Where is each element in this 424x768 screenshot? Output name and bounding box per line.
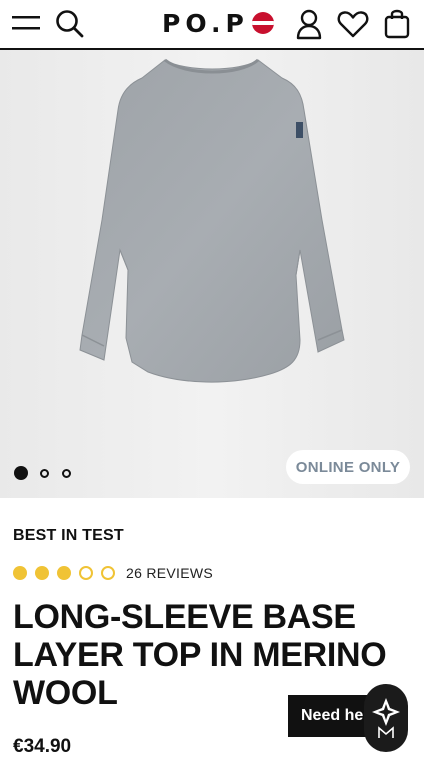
flag-icon[interactable]: [251, 11, 275, 35]
logo-text: PO.P: [162, 8, 249, 38]
carousel-dot[interactable]: [62, 469, 71, 478]
brand-logo[interactable]: PO.P: [162, 8, 275, 38]
heart-icon[interactable]: [337, 10, 369, 38]
chat-avatar[interactable]: [364, 684, 408, 752]
rating-star-empty: [79, 566, 93, 580]
rating-star-filled: [13, 566, 27, 580]
product-gallery[interactable]: ONLINE ONLY: [0, 50, 424, 498]
rating-star-empty: [101, 566, 115, 580]
bag-icon[interactable]: [382, 7, 412, 39]
account-icon[interactable]: [294, 8, 324, 40]
reviews-link[interactable]: 26 REVIEWS: [126, 565, 213, 581]
best-in-test-label: BEST IN TEST: [13, 527, 124, 544]
product-price: €34.90: [13, 736, 72, 757]
carousel-dot-active[interactable]: [14, 466, 28, 480]
online-only-badge: ONLINE ONLY: [286, 450, 410, 484]
header: PO.P: [0, 0, 424, 50]
carousel-dot[interactable]: [40, 469, 49, 478]
rating[interactable]: 26 REVIEWS: [13, 564, 213, 582]
rating-star-filled: [35, 566, 49, 580]
search-icon[interactable]: [54, 8, 86, 40]
product-image[interactable]: [0, 50, 424, 498]
menu-icon[interactable]: [12, 12, 42, 34]
rating-star-filled: [57, 566, 71, 580]
chat-logo-icon: [372, 698, 400, 738]
